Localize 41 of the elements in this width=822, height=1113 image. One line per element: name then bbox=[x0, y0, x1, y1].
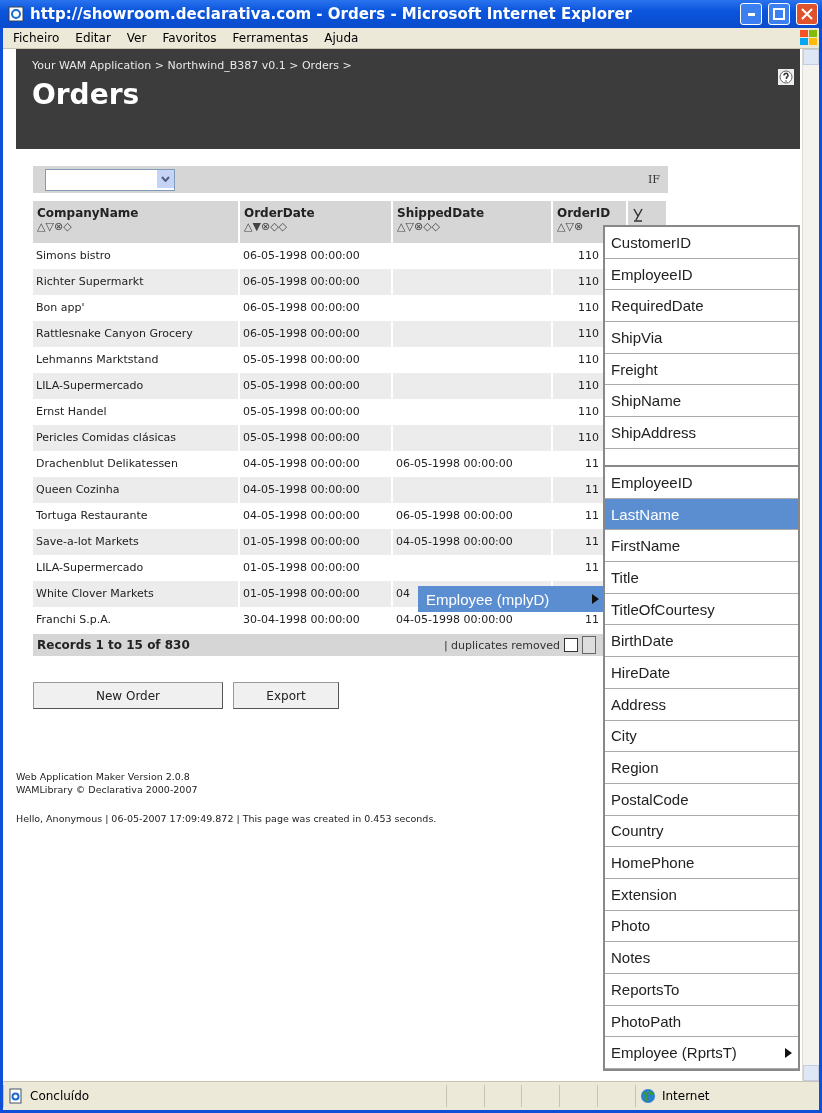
column-header[interactable]: OrderDate △▼⊗◇◇ bbox=[240, 201, 393, 243]
menu-item[interactable]: Favoritos bbox=[154, 31, 225, 45]
menu-item[interactable]: Ajuda bbox=[316, 31, 367, 45]
help-icon[interactable] bbox=[778, 69, 794, 85]
first-page-button[interactable] bbox=[582, 636, 596, 654]
zone-text: Internet bbox=[661, 1089, 710, 1103]
minimize-button[interactable] bbox=[740, 3, 762, 25]
close-button[interactable] bbox=[796, 3, 818, 25]
minimize-icon bbox=[747, 12, 755, 16]
scrollbar[interactable] bbox=[802, 49, 819, 1081]
maximize-button[interactable] bbox=[768, 3, 790, 25]
globe-icon bbox=[639, 1088, 656, 1104]
footer-text: Web Application Maker Version 2.0.8 bbox=[16, 771, 190, 782]
menu-item[interactable]: Ferramentas bbox=[224, 31, 317, 45]
column-chooser-icon[interactable] bbox=[632, 206, 644, 222]
records-count: Records 1 to 15 of 830 bbox=[37, 638, 190, 652]
window-title: http://showroom.declarativa.com - Orders - Microsoft Internet Explorer bbox=[30, 5, 633, 23]
submenu-arrow-icon bbox=[592, 594, 599, 604]
status-text: Concluído bbox=[30, 1089, 90, 1103]
menu-item[interactable]: Ficheiro bbox=[5, 31, 68, 45]
column-header[interactable]: ShippedDate △▽⊗◇◇ bbox=[393, 201, 553, 243]
duplicates-label: | duplicates removed bbox=[443, 638, 560, 652]
action-button[interactable]: New Order bbox=[33, 682, 223, 709]
browser-icon bbox=[8, 6, 24, 22]
action-button[interactable]: Export bbox=[233, 682, 339, 709]
submenu-arrow-icon bbox=[785, 1047, 792, 1058]
column-header[interactable]: CompanyName △▽⊗◇ bbox=[33, 201, 240, 243]
session-info: Hello, Anonymous | 06-05-2007 17:09:49.872 | This page was created in 0.453 seconds. bbox=[16, 813, 437, 824]
filter-dropdown[interactable] bbox=[45, 168, 175, 191]
caret-icon bbox=[161, 175, 170, 182]
breadcrumb: Your WAM Application > Northwind_B387 v0.1 > Orders > bbox=[32, 59, 353, 72]
close-icon bbox=[801, 8, 813, 20]
duplicates-checkbox[interactable] bbox=[564, 638, 578, 652]
page-icon bbox=[8, 1088, 24, 1104]
maximize-icon bbox=[773, 8, 785, 20]
menu-item[interactable]: Ver bbox=[118, 31, 155, 45]
footer-text: WAMLibrary © Declarativa 2000-2007 bbox=[16, 784, 198, 795]
filter-label: IF bbox=[648, 173, 660, 186]
page-title: Orders bbox=[32, 78, 141, 111]
menu-item[interactable]: Editar bbox=[67, 31, 119, 45]
windows-logo-icon bbox=[799, 29, 819, 47]
